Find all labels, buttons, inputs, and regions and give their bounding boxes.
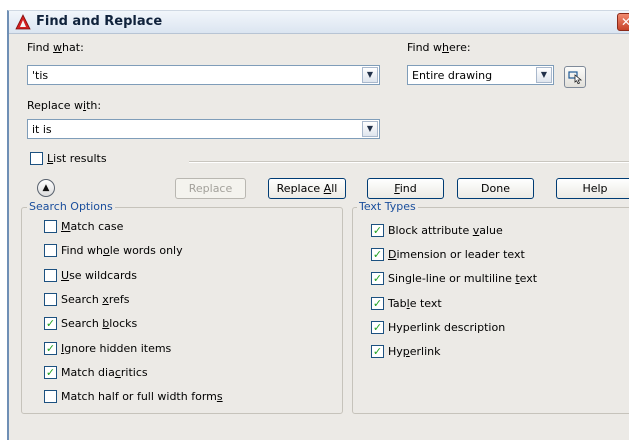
text-type-checkbox[interactable]: ✓ — [371, 320, 384, 334]
find-where-label: Find where: — [407, 41, 471, 54]
list-results-checkbox[interactable] — [30, 152, 43, 165]
search-options-group — [21, 207, 343, 414]
find-what-combo[interactable]: 'tis ▼ — [27, 65, 380, 85]
text-type-label: Single-line or multiline text — [388, 272, 538, 286]
search-option-checkbox[interactable]: ✓ — [44, 317, 57, 331]
search-option-label: Use wildcards — [61, 268, 137, 282]
collapse-options-button[interactable]: ▲ — [37, 179, 55, 197]
text-type-checkbox[interactable]: ✓ — [371, 345, 384, 358]
replace-button[interactable]: Replace — [175, 178, 246, 199]
select-objects-button[interactable] — [564, 66, 586, 88]
search-option-checkbox[interactable] — [44, 390, 57, 404]
autocad-app-icon — [15, 14, 31, 30]
replace-with-combo[interactable]: it is ▼ — [27, 119, 380, 139]
separator-line — [189, 161, 629, 163]
replace-all-button[interactable]: Replace All — [268, 178, 346, 199]
text-type-checkbox[interactable]: ✓ — [371, 296, 384, 310]
list-results-label: List results — [47, 152, 107, 165]
search-option-label: Search blocks — [61, 317, 138, 331]
replace-with-label: Replace with: — [27, 99, 102, 112]
chevron-up-icon: ▲ — [42, 183, 50, 193]
checkmark-icon: ✓ — [372, 320, 383, 334]
search-options-legend: Search Options — [27, 200, 115, 213]
checkmark-icon: ✓ — [372, 345, 383, 358]
checkmark-icon: ✓ — [45, 365, 56, 379]
find-where-value: Entire drawing — [412, 69, 493, 82]
checkmark-icon: ✓ — [45, 317, 56, 331]
checkmark-icon: ✓ — [45, 341, 56, 355]
text-type-checkbox[interactable]: ✓ — [371, 272, 384, 286]
checkmark-icon: ✓ — [372, 248, 383, 262]
text-type-checkbox[interactable]: ✓ — [371, 248, 384, 262]
text-types-group — [352, 207, 629, 414]
search-option-label: Find whole words only — [61, 244, 183, 258]
replace-with-value[interactable]: it is — [32, 123, 52, 136]
text-type-label: Block attribute value — [388, 224, 503, 237]
chevron-down-icon[interactable]: ▼ — [362, 121, 378, 137]
text-type-checkbox[interactable]: ✓ — [371, 224, 384, 237]
search-option-checkbox[interactable] — [44, 244, 57, 258]
text-types-legend: Text Types — [357, 200, 418, 213]
text-type-label: Table text — [388, 296, 442, 310]
title-bar[interactable]: Find and Replace ✕ — [9, 11, 629, 34]
search-option-checkbox[interactable] — [44, 220, 57, 233]
close-icon: ✕ — [620, 15, 629, 29]
text-type-label: Hyperlink description — [388, 320, 506, 334]
search-option-label: Match case — [61, 220, 124, 233]
checkmark-icon: ✓ — [372, 224, 383, 237]
checkmark-icon: ✓ — [372, 296, 383, 310]
find-what-label: Find what: — [27, 41, 84, 54]
checkmark-icon: ✓ — [372, 272, 383, 286]
help-button[interactable]: Help — [556, 178, 629, 199]
search-option-label: Ignore hidden items — [61, 341, 172, 355]
chevron-down-icon[interactable]: ▼ — [536, 67, 552, 83]
done-button[interactable]: Done — [457, 178, 534, 199]
find-what-value[interactable]: 'tis — [32, 69, 48, 82]
search-option-checkbox[interactable] — [44, 292, 57, 306]
search-option-checkbox[interactable] — [44, 268, 57, 282]
select-objects-icon — [568, 71, 583, 85]
find-replace-dialog: Find and Replace ✕ Find what: 'tis ▼ Fin… — [7, 10, 629, 440]
text-type-label: Dimension or leader text — [388, 248, 525, 262]
find-button[interactable]: Find — [367, 178, 444, 199]
search-option-checkbox[interactable]: ✓ — [44, 365, 57, 379]
dialog-title: Find and Replace — [36, 14, 163, 29]
close-button[interactable]: ✕ — [617, 13, 629, 31]
search-option-label: Match diacritics — [61, 365, 148, 379]
search-option-label: Match half or full width forms — [61, 390, 223, 404]
search-option-label: Search xrefs — [61, 292, 130, 306]
text-type-label: Hyperlink — [388, 345, 441, 358]
find-where-select[interactable]: Entire drawing ▼ — [407, 65, 554, 85]
search-option-checkbox[interactable]: ✓ — [44, 341, 57, 355]
chevron-down-icon[interactable]: ▼ — [362, 67, 378, 83]
